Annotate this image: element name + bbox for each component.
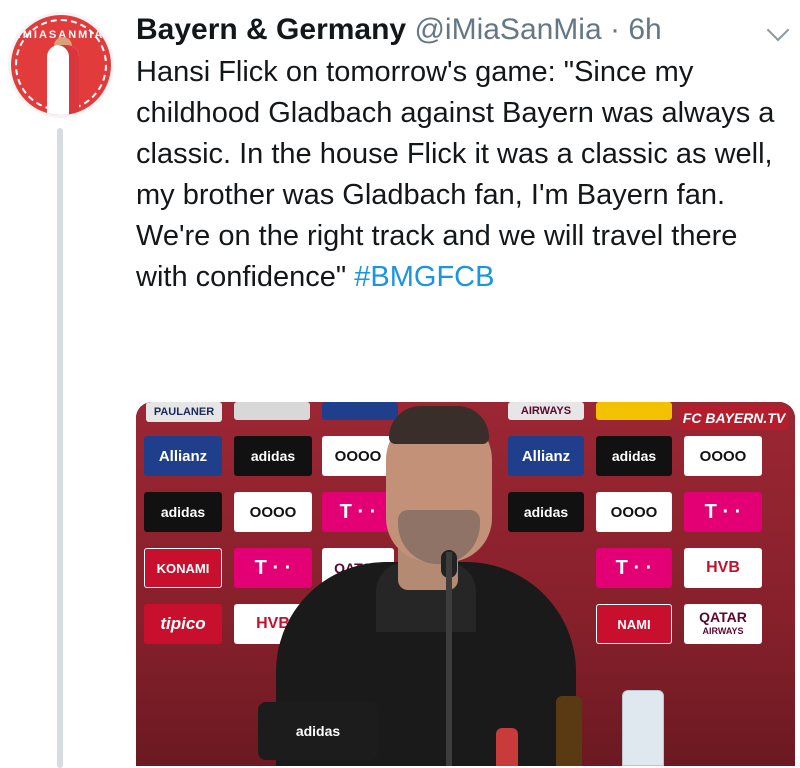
sponsor-telekom-3: T · · <box>234 548 312 588</box>
author-handle[interactable]: @iMiaSanMia <box>414 13 601 46</box>
sponsor-telekom-2: T · · <box>684 492 762 532</box>
sponsor-fcbtv: FC BAYERN.TV <box>680 406 788 430</box>
sponsor-hvb: HVB <box>684 548 762 588</box>
bottle-water <box>622 690 664 766</box>
avatar-person <box>47 45 79 115</box>
microphone-stand <box>446 552 452 766</box>
sponsor-blue-top <box>322 402 398 420</box>
chevron-down-icon[interactable] <box>766 18 790 42</box>
qatar-sub-label: AIRWAYS <box>702 626 744 636</box>
tweet-header: Bayern & Germany @iMiaSanMia · 6h <box>136 10 662 50</box>
avatar[interactable]: IMIASANMIA <box>8 12 114 118</box>
sponsor-adidas-4: adidas <box>508 492 584 532</box>
speaker-hair <box>389 406 489 444</box>
tweet-text: Hansi Flick on tomorrow's game: "Since m… <box>136 52 796 298</box>
bottle-brown <box>556 696 582 766</box>
sponsor-audi-4: OOOO <box>596 492 672 532</box>
sponsor-telekom: T · · <box>322 492 394 532</box>
sponsor-tipico: tipico <box>144 604 222 644</box>
sponsor-adidas: adidas <box>234 436 312 476</box>
sponsor-adidas-2: adidas <box>596 436 672 476</box>
timestamp[interactable]: 6h <box>628 13 661 46</box>
sponsor-qatar-2: QATAR AIRWAYS <box>684 604 762 644</box>
sponsor-yellow <box>596 402 672 420</box>
desk-sign-adidas: adidas <box>258 702 378 760</box>
tweet-media[interactable]: PAULANER AIRWAYS FC BAYERN.TV Allianz ad… <box>136 402 795 766</box>
sponsor-blank <box>234 402 310 420</box>
hashtag-link[interactable]: #BMGFCB <box>354 261 494 293</box>
tweet-body: Hansi Flick on tomorrow's game: "Since m… <box>136 56 775 293</box>
thread-line <box>57 128 63 768</box>
separator: · <box>610 13 620 46</box>
bottle-red <box>496 728 518 766</box>
sponsor-konami: KONAMI <box>144 548 222 588</box>
author-name[interactable]: Bayern & Germany <box>136 13 406 46</box>
sponsor-telekom-4: T · · <box>596 548 672 588</box>
sponsor-audi: OOOO <box>322 436 394 476</box>
sponsor-allianz-2: Allianz <box>508 436 584 476</box>
sponsor-paulaner: PAULANER <box>146 402 222 422</box>
sponsor-adidas-3: adidas <box>144 492 222 532</box>
sponsor-allianz: Allianz <box>144 436 222 476</box>
qatar-label: QATAR <box>699 609 747 625</box>
sponsor-audi-2: OOOO <box>684 436 762 476</box>
sponsor-nami: NAMI <box>596 604 672 644</box>
sponsor-airways: AIRWAYS <box>508 402 584 420</box>
sponsor-audi-3: OOOO <box>234 492 312 532</box>
